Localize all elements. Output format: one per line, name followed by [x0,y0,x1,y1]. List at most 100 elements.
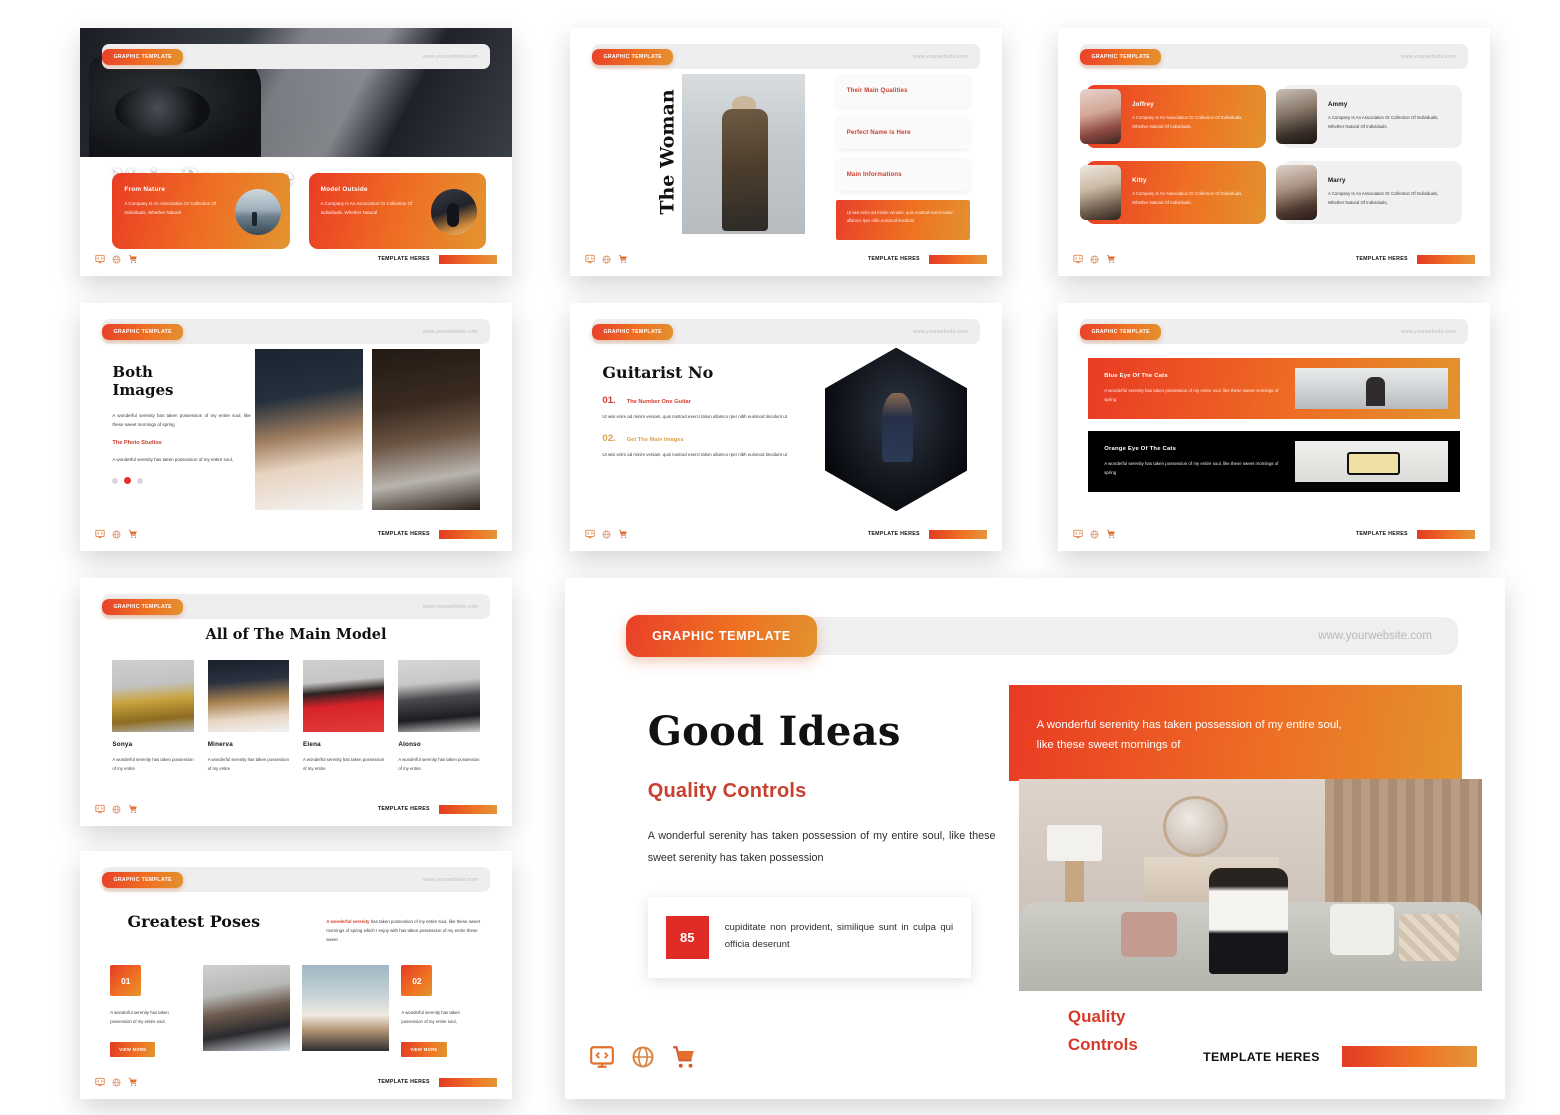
team-card[interactable]: Marry A Company Is An Association Or Col… [1276,161,1462,225]
shopping-cart-icon [128,529,137,539]
carousel-dots[interactable] [112,477,250,485]
brand-pill[interactable]: GRAPHIC TEMPLATE [592,323,673,340]
footer-icon-group [95,254,138,264]
model-thumbnail [431,189,478,236]
accent-heading: The Photo Studios [112,439,162,446]
shopping-cart-icon [128,804,137,814]
brand-pill[interactable]: GRAPHIC TEMPLATE [102,48,183,65]
model-name: Alonso [398,740,421,748]
item-text: Ut wisi enim ad minim veniam, quis nostr… [602,451,787,457]
list-item[interactable]: Perfect Name is Here [835,115,970,149]
member-text: A Company Is An Association Or Collectio… [1132,191,1243,206]
item-number: 02. [602,432,616,444]
code-monitor-icon [1073,529,1083,539]
team-card[interactable]: Kitty A Company Is An Association Or Col… [1080,161,1266,225]
content-strip[interactable]: Blue Eye Of The Cats A wonderful serenit… [1088,357,1460,419]
model-photo [207,659,290,732]
footer-title: TEMPLATE HERES [867,531,920,538]
carousel-dot[interactable] [112,477,119,484]
portrait-woman-photo [254,348,363,511]
footer-gradient-bar [438,529,497,539]
model-card[interactable]: Minerva A wonderful serenity has taken p… [207,659,290,774]
view-more-button[interactable]: VIEW MORE [110,1041,156,1057]
title-line-1: Both [112,362,153,381]
feature-card[interactable]: From Nature A Company Is An Association … [112,173,290,250]
model-card[interactable]: Sonya A wonderful serenity has taken pos… [112,659,194,774]
slide-footer: TEMPLATE HERES [95,802,497,816]
website-url: www.yourwebsite.com [912,53,968,60]
code-monitor-icon[interactable] [589,1044,615,1070]
globe-icon[interactable] [631,1045,655,1069]
model-card[interactable]: Alonso A wonderful serenity has taken po… [398,659,480,774]
code-monitor-icon [585,254,595,264]
slide-main-resource[interactable]: www.yourwebsite.com GRAPHIC TEMPLATE Mai… [80,28,512,276]
slide-guitarist[interactable]: www.yourwebsite.com GRAPHIC TEMPLATE Gui… [570,303,1002,551]
paragraph-one: A wonderful serenity has taken possessio… [112,413,251,428]
slide-topbar: www.yourwebsite.com GRAPHIC TEMPLATE [102,319,490,344]
brand-pill[interactable]: GRAPHIC TEMPLATE [1080,48,1161,65]
footer-gradient-bar [1416,254,1475,264]
slide-greatest-poses[interactable]: www.yourwebsite.com GRAPHIC TEMPLATE Gre… [80,851,512,1099]
hexagon-photo-frame [824,347,968,512]
carousel-dot[interactable] [137,477,144,484]
footer-gradient-bar [438,1077,497,1087]
website-url: www.yourwebsite.com [1400,53,1456,60]
brand-pill[interactable]: GRAPHIC TEMPLATE [626,615,817,658]
slide-team[interactable]: www.yourwebsite.com GRAPHIC TEMPLATE Jof… [1058,28,1490,276]
brand-pill[interactable]: GRAPHIC TEMPLATE [102,598,183,615]
member-text: A Company Is An Association Or Collectio… [1132,115,1243,130]
member-text: A Company Is An Association Or Collectio… [1328,115,1439,130]
content-strip[interactable]: Orange Eye Of The Cats A wonderful seren… [1088,430,1460,492]
member-name: Kitty [1132,177,1147,185]
team-card[interactable]: Joffrey A Company Is An Association Or C… [1080,85,1266,149]
photo-pillow [1329,903,1395,955]
slide-good-ideas[interactable]: www.yourwebsite.com GRAPHIC TEMPLATE Goo… [565,578,1505,1099]
model-photo [398,659,480,732]
feature-card[interactable]: Model Outside A Company Is An Associatio… [308,173,487,250]
member-name: Joffrey [1132,101,1154,109]
guitarist-photo [824,347,968,512]
slide-all-models[interactable]: www.yourwebsite.com GRAPHIC TEMPLATE All… [80,578,512,826]
pose-text: A wonderful serenity has taken possessio… [110,1010,169,1024]
feature-card-text: A Company Is An Association Or Collectio… [320,201,413,216]
shopping-cart-icon[interactable] [671,1044,697,1070]
text-column: Both Images A wonderful serenity has tak… [112,362,251,485]
slide-the-woman[interactable]: www.yourwebsite.com GRAPHIC TEMPLATE The… [570,28,1002,276]
slide-both-images[interactable]: www.yourwebsite.com GRAPHIC TEMPLATE Bot… [80,303,512,551]
brand-pill[interactable]: GRAPHIC TEMPLATE [102,871,183,888]
view-more-button[interactable]: VIEW MORE [401,1041,447,1057]
code-monitor-icon [95,804,105,814]
stat-text: cupiditate non provident, similique sunt… [724,922,954,950]
orange-banner: A wonderful serenity has taken possessio… [1008,684,1462,781]
brand-pill[interactable]: GRAPHIC TEMPLATE [102,323,183,340]
footer-title: TEMPLATE HERES [377,531,430,538]
globe-icon [112,1078,121,1087]
member-name: Marry [1328,177,1346,185]
footer-title: TEMPLATE HERES [377,1079,430,1086]
pose-photo-right [302,965,390,1052]
model-grid: Sonya A wonderful serenity has taken pos… [112,659,480,774]
globe-icon [602,530,611,539]
photo-pillow [1120,912,1177,957]
footer-icon-group [95,1077,138,1087]
website-url: www.yourwebsite.com [422,603,478,610]
code-monitor-icon [95,254,105,264]
photo-pillow [1399,914,1460,961]
model-card[interactable]: Elena A wonderful serenity has taken pos… [303,659,385,774]
slide-cats[interactable]: www.yourwebsite.com GRAPHIC TEMPLATE Blu… [1058,303,1490,551]
team-card[interactable]: Ammy A Company Is An Association Or Coll… [1276,85,1462,149]
carousel-dot-active[interactable] [124,477,132,485]
qualities-list: Their Main Qualities Perfect Name is Her… [835,73,970,240]
image-pair [254,348,480,511]
brand-pill[interactable]: GRAPHIC TEMPLATE [592,48,673,65]
model-text: A wonderful serenity has taken possessio… [303,756,385,771]
list-item: 01. The Number One Guitar Ut wisi enim a… [602,395,805,421]
slide-topbar: www.yourwebsite.com GRAPHIC TEMPLATE [1080,44,1468,69]
step-number: 02 [401,965,433,997]
list-item[interactable]: Their Main Qualities [835,73,970,107]
list-item[interactable]: Main Informations [835,157,970,191]
footer-icon-group [1073,254,1116,264]
footer-icon-group [1073,529,1116,539]
brand-pill[interactable]: GRAPHIC TEMPLATE [1080,323,1161,340]
page-title: All of The Main Model [205,626,387,644]
